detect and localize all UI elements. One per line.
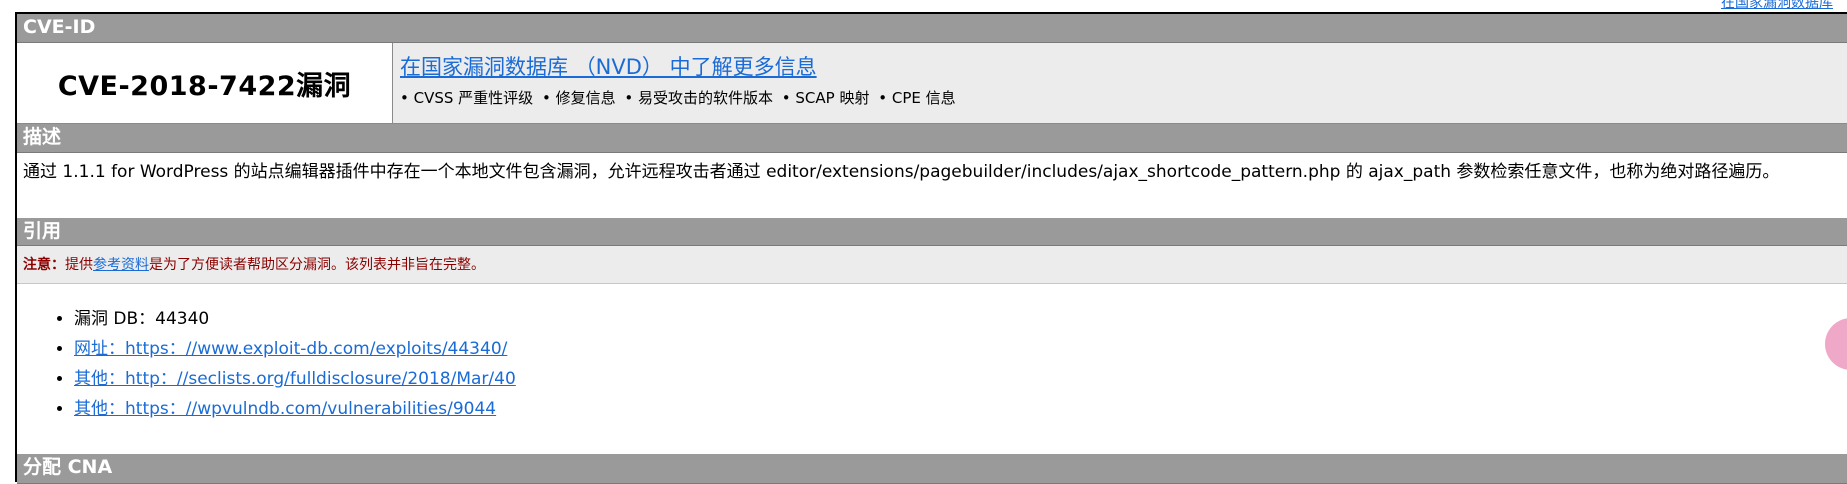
- nvd-learn-more-link[interactable]: 在国家漏洞数据库 （NVD） 中了解更多信息: [400, 51, 817, 81]
- nvd-item-fix: • 修复信息: [541, 89, 616, 107]
- description-text: 通过 1.1.1 for WordPress 的站点编辑器插件中存在一个本地文件…: [23, 162, 1780, 182]
- list-item: 网址：https：//www.exploit-db.com/exploits/4…: [74, 334, 516, 364]
- section-header-cna: 分配 CNA: [17, 454, 1847, 484]
- list-item: 漏洞 DB：44340: [74, 304, 516, 334]
- cve-id-row: CVE-2018-7422漏洞 在国家漏洞数据库 （NVD） 中了解更多信息 •…: [17, 43, 1847, 124]
- note-before-link: 提供: [65, 257, 93, 273]
- reference-link[interactable]: 其他：https：//wpvulndb.com/vulnerabilities/…: [74, 399, 496, 419]
- section-header-description: 描述: [17, 124, 1847, 153]
- nvd-item-cvss: • CVSS 严重性评级: [400, 89, 534, 107]
- references-link[interactable]: 参考资料: [93, 257, 149, 273]
- reference-link[interactable]: 网址：https：//www.exploit-db.com/exploits/4…: [74, 339, 507, 359]
- nvd-item-scap: • SCAP 映射: [781, 89, 870, 107]
- note-prefix: 注意：: [23, 257, 65, 273]
- nvd-info-cell: 在国家漏洞数据库 （NVD） 中了解更多信息 • CVSS 严重性评级 • 修复…: [393, 43, 1847, 123]
- list-item: 其他：http：//seclists.org/fulldisclosure/20…: [74, 364, 516, 394]
- nvd-item-cpe: • CPE 信息: [878, 89, 956, 107]
- nvd-top-link[interactable]: 在国家漏洞数据库: [1721, 0, 1833, 12]
- reference-text: 漏洞 DB：44340: [74, 309, 210, 329]
- section-header-cve-id: CVE-ID: [17, 14, 1847, 43]
- nvd-feature-list: • CVSS 严重性评级 • 修复信息 • 易受攻击的软件版本 • SCAP 映…: [400, 87, 1847, 108]
- cve-record-table: CVE-ID CVE-2018-7422漏洞 在国家漏洞数据库 （NVD） 中了…: [15, 12, 1847, 484]
- nvd-item-vulnerable-versions: • 易受攻击的软件版本: [624, 89, 773, 107]
- section-header-references: 引用: [17, 218, 1847, 246]
- note-after-link: 是为了方便读者帮助区分漏洞。该列表并非旨在完整。: [149, 257, 485, 273]
- cve-id-cell: CVE-2018-7422漏洞: [17, 43, 393, 123]
- cve-id-title: CVE-2018-7422漏洞: [57, 70, 352, 102]
- reference-link[interactable]: 其他：http：//seclists.org/fulldisclosure/20…: [74, 369, 516, 389]
- list-item: 其他：https：//wpvulndb.com/vulnerabilities/…: [74, 394, 516, 424]
- references-note: 注意：提供参考资料是为了方便读者帮助区分漏洞。该列表并非旨在完整。: [17, 246, 1847, 284]
- references-list: 漏洞 DB：44340 网址：https：//www.exploit-db.co…: [17, 304, 516, 424]
